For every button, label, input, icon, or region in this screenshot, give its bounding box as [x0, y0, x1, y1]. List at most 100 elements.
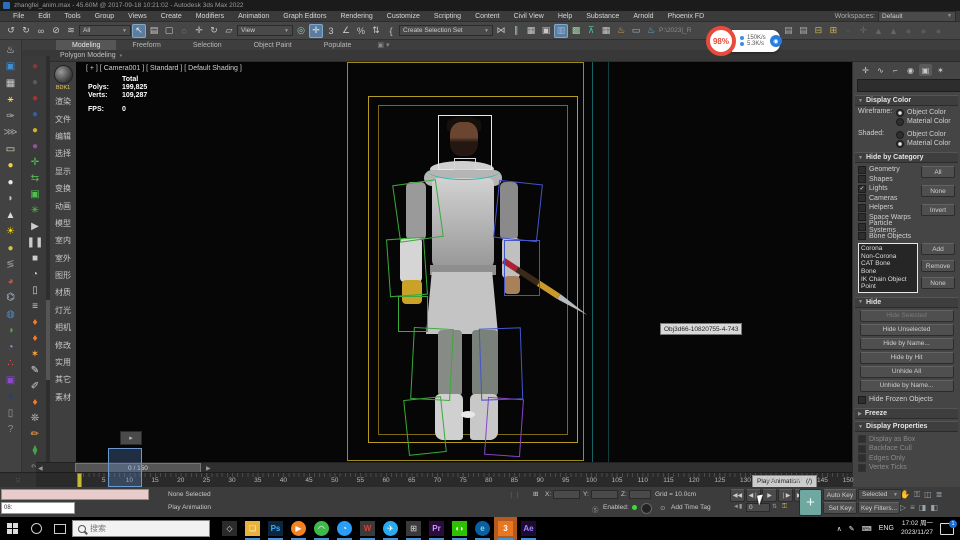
- ribbon-tab[interactable]: Modeling: [56, 40, 117, 50]
- palette-icon[interactable]: ◑: [3, 323, 19, 340]
- toolbar-icon[interactable]: ▥: [554, 23, 568, 38]
- listbox-button[interactable]: None: [921, 277, 955, 289]
- hide-button[interactable]: Hide by Hit: [859, 351, 954, 364]
- hide-button[interactable]: Hide by Name...: [859, 337, 954, 350]
- taskbar-app[interactable]: Ps: [264, 517, 287, 540]
- command-panel-tab[interactable]: ✶: [934, 64, 947, 76]
- toolbar-icon[interactable]: ⊘: [49, 24, 63, 38]
- toolbar-icon[interactable]: ▤: [781, 24, 795, 38]
- palette-category[interactable]: 材质: [55, 284, 71, 301]
- current-frame-marker[interactable]: [77, 473, 82, 488]
- z-coordinate-field[interactable]: [629, 490, 651, 499]
- palette-icon[interactable]: ▣: [3, 59, 19, 76]
- palette-category[interactable]: 实用: [55, 354, 71, 371]
- listbox-item[interactable]: CAT Bone: [861, 260, 915, 268]
- ribbon-tab[interactable]: Populate: [308, 40, 368, 50]
- display-property-checkbox[interactable]: Edges Only: [858, 453, 955, 463]
- palette-icon[interactable]: ⚹: [3, 92, 19, 109]
- toolbar-icon[interactable]: ↖: [132, 23, 146, 38]
- palette-icon[interactable]: ▦: [3, 75, 19, 92]
- menu-item[interactable]: Graph Editors: [276, 13, 333, 20]
- display-property-checkbox[interactable]: Vertex Ticks: [858, 463, 955, 473]
- hide-button[interactable]: Hide Selected: [859, 309, 954, 322]
- menu-item[interactable]: Tools: [57, 13, 87, 20]
- flyout-button[interactable]: ▸: [120, 431, 142, 445]
- toolbar-icon[interactable]: ⊼: [584, 24, 598, 38]
- viewport-nav-icon[interactable]: ◨: [919, 503, 927, 512]
- toolbar-icon[interactable]: ∥: [509, 24, 523, 38]
- palette-icon[interactable]: ▭: [3, 141, 19, 158]
- viewport-nav-icon[interactable]: ✋: [900, 490, 910, 500]
- palette-category[interactable]: 素材: [55, 389, 71, 406]
- toolbar-icon[interactable]: ⋈: [494, 24, 508, 38]
- toolbar-icon[interactable]: ▣: [539, 24, 553, 38]
- palette-icon[interactable]: ▶: [26, 218, 44, 234]
- palette-category[interactable]: 灯光: [55, 302, 71, 319]
- command-panel-tab[interactable]: ∿: [874, 64, 887, 76]
- command-panel-tab[interactable]: ✛: [859, 64, 872, 76]
- viewport-nav-icon[interactable]: ⚿: [914, 490, 920, 500]
- palette-icon[interactable]: ●: [26, 74, 44, 90]
- toolbar-icon[interactable]: %: [354, 24, 368, 38]
- toolbar-icon[interactable]: ▱: [222, 24, 236, 38]
- grid-dots-icon[interactable]: ⋮⋮: [508, 491, 521, 499]
- palette-icon[interactable]: ●: [26, 138, 44, 154]
- viewport-label[interactable]: [ + ] [ Camera001 ] [ Standard ] [ Defau…: [86, 65, 242, 72]
- category-listbox[interactable]: Corona Non-Corona CAT Bone Bone IK Chain Obj…: [858, 243, 918, 293]
- rollout-hide[interactable]: ▼ Hide: [855, 296, 958, 308]
- task-view-button[interactable]: [48, 517, 72, 540]
- toolbar-icon[interactable]: ≋: [64, 24, 78, 38]
- toolbar-icon[interactable]: ▲: [871, 24, 885, 38]
- palette-icon[interactable]: ▣: [26, 186, 44, 202]
- palette-icon[interactable]: ?: [3, 422, 19, 439]
- net-speed-widget[interactable]: 98% 150K/s 5.3K/s ◉: [706, 26, 782, 56]
- palette-icon[interactable]: ✏: [26, 426, 44, 442]
- rollout-freeze[interactable]: ▶ Freeze: [855, 408, 958, 420]
- category-button[interactable]: Invert: [921, 204, 955, 216]
- hide-button[interactable]: Unhide All: [859, 365, 954, 378]
- radio-shaded-material-color[interactable]: Material Color: [896, 139, 951, 148]
- taskbar-app[interactable]: ⊞: [402, 517, 425, 540]
- menu-item[interactable]: Create: [154, 13, 189, 20]
- toolbar-icon[interactable]: ⊟: [811, 24, 825, 38]
- menu-item[interactable]: Civil View: [507, 13, 551, 20]
- listbox-item[interactable]: Bone: [861, 268, 915, 276]
- ribbon-panel-strip[interactable]: Polygon Modeling ▾: [0, 50, 960, 62]
- menu-item[interactable]: Views: [121, 13, 154, 20]
- toolbar-icon[interactable]: ▲: [886, 24, 900, 38]
- maxscript-listener-field[interactable]: 08:: [1, 502, 75, 514]
- viewport-nav-icon[interactable]: ≡: [910, 503, 915, 512]
- palette-icon[interactable]: ●: [26, 58, 44, 74]
- toolbar-icon[interactable]: ●: [916, 24, 930, 38]
- cortana-button[interactable]: [24, 517, 48, 540]
- toolbar-icon[interactable]: ◎: [294, 24, 308, 38]
- command-panel-tab[interactable]: ▣: [919, 64, 932, 76]
- viewport-nav-icon[interactable]: ▷: [900, 503, 906, 512]
- toolbar-icon[interactable]: ✛: [856, 24, 870, 38]
- x-coordinate-field[interactable]: [553, 490, 580, 499]
- key-selection-dropdown[interactable]: Selected ▼: [858, 489, 902, 500]
- hide-button[interactable]: Unhide by Name...: [859, 379, 954, 392]
- taskbar-app[interactable]: e: [471, 517, 494, 540]
- auto-key-button[interactable]: Auto Key: [823, 489, 857, 501]
- key-filters-icon[interactable]: ∿: [849, 504, 854, 512]
- workspace-dropdown[interactable]: Default ▼: [878, 10, 956, 22]
- palette-icon[interactable]: ◕: [3, 273, 19, 290]
- palette-category[interactable]: 相机: [55, 319, 71, 336]
- palette-logo-icon[interactable]: [53, 65, 73, 84]
- hide-frozen-checkbox[interactable]: Hide Frozen Objects: [858, 395, 955, 405]
- toolbar-icon[interactable]: 3: [324, 24, 338, 38]
- goto-time-icon[interactable]: ◄▮: [733, 503, 742, 510]
- palette-category[interactable]: 编辑: [55, 128, 71, 145]
- taskbar-app[interactable]: ▶: [287, 517, 310, 540]
- taskbar-app[interactable]: ❏: [241, 517, 264, 540]
- listbox-item[interactable]: Corona: [861, 245, 915, 253]
- toolbar-icon[interactable]: ✛: [192, 24, 206, 38]
- palette-icon[interactable]: ✎: [26, 362, 44, 378]
- menu-item[interactable]: Customize: [380, 13, 427, 20]
- palette-icon[interactable]: ⇆: [26, 170, 44, 186]
- palette-icon[interactable]: ●: [26, 106, 44, 122]
- palette-icon[interactable]: ▣: [3, 372, 19, 389]
- viewport-nav-icon[interactable]: ◫: [924, 490, 932, 500]
- start-button[interactable]: [0, 517, 24, 540]
